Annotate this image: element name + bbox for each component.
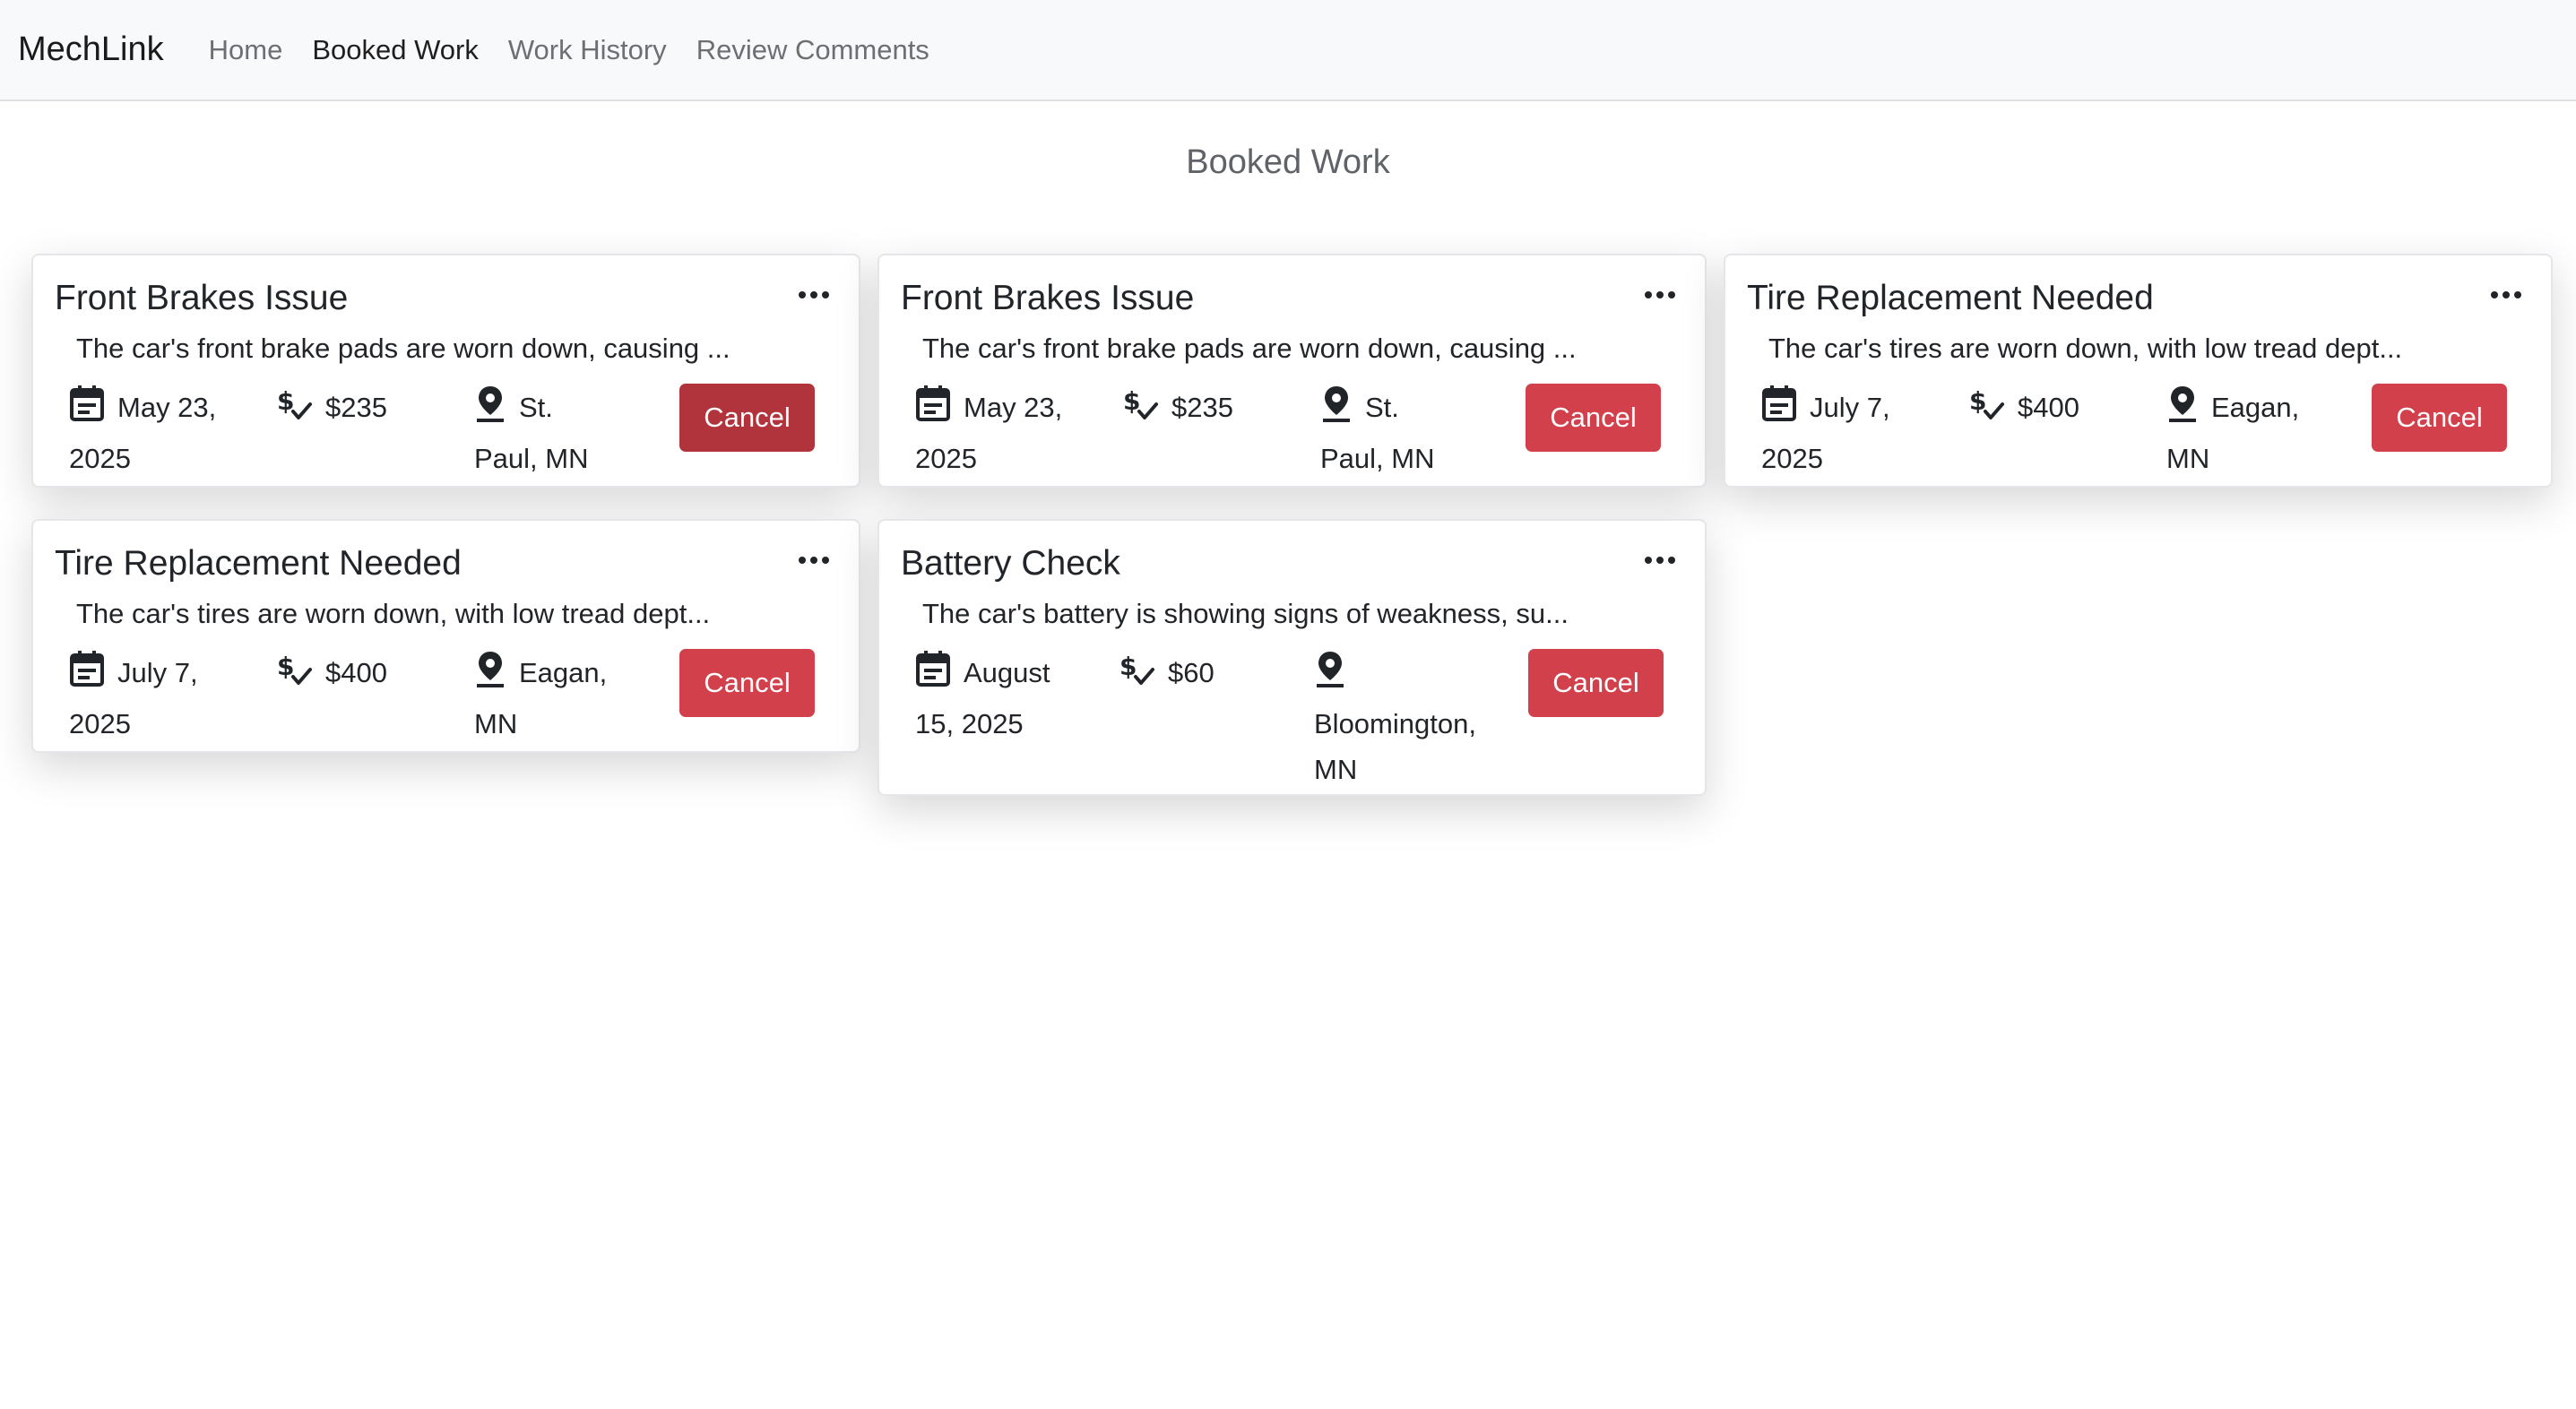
map-pin-icon [474, 650, 506, 701]
card-price: $ $400 [277, 650, 387, 701]
nav-links: Home Booked Work Work History Review Com… [209, 34, 959, 66]
dollar-check-icon: $ [1119, 650, 1155, 701]
card-description: The car's tires are worn down, with low … [76, 598, 711, 629]
card-date: July 7, 2025 [69, 650, 257, 747]
booking-card: Front Brakes Issue The car's front brake… [31, 254, 860, 488]
card-location: St. Paul, MN [1320, 385, 1473, 481]
calendar-icon [915, 650, 951, 701]
card-description: The car's front brake pads are worn down… [922, 333, 1577, 364]
dollar-check-icon: $ [277, 385, 313, 436]
card-price: $ $60 [1119, 650, 1215, 701]
map-pin-icon [1314, 650, 1346, 701]
cancel-button[interactable]: Cancel [679, 649, 815, 717]
dollar-check-icon: $ [277, 650, 313, 701]
nav-work-history[interactable]: Work History [508, 34, 667, 66]
cancel-button[interactable]: Cancel [679, 384, 815, 452]
map-pin-icon [2166, 385, 2199, 436]
more-options-icon[interactable] [2488, 277, 2524, 313]
card-title: Tire Replacement Needed [55, 544, 462, 583]
cancel-button[interactable]: Cancel [2372, 384, 2507, 452]
card-title: Front Brakes Issue [55, 279, 349, 317]
card-date: May 23, 2025 [915, 385, 1103, 481]
calendar-icon [1761, 385, 1797, 436]
nav-review-comments[interactable]: Review Comments [696, 34, 929, 66]
card-title: Battery Check [901, 544, 1120, 583]
booking-card: Tire Replacement Needed The car's tires … [1724, 254, 2553, 488]
card-description: The car's tires are worn down, with low … [1768, 333, 2403, 364]
map-pin-icon [474, 385, 506, 436]
card-description: The car's front brake pads are worn down… [76, 333, 730, 364]
more-options-icon[interactable] [796, 542, 832, 578]
brand-logo[interactable]: MechLink [18, 30, 164, 69]
booking-card: Battery Check The car's battery is showi… [877, 519, 1707, 796]
card-price: $ $400 [1969, 385, 2079, 436]
page-title: Booked Work [1186, 143, 1390, 181]
booking-card: Front Brakes Issue The car's front brake… [877, 254, 1707, 488]
card-title: Tire Replacement Needed [1747, 279, 2154, 317]
cancel-button[interactable]: Cancel [1526, 384, 1661, 452]
booking-card: Tire Replacement Needed The car's tires … [31, 519, 860, 753]
card-price: $ $235 [277, 385, 387, 436]
dollar-check-icon: $ [1969, 385, 2005, 436]
more-options-icon[interactable] [1642, 277, 1678, 313]
dollar-check-icon: $ [1123, 385, 1159, 436]
map-pin-icon [1320, 385, 1353, 436]
card-location: Eagan, MN [474, 650, 627, 747]
cancel-button[interactable]: Cancel [1528, 649, 1664, 717]
card-date: August 15, 2025 [915, 650, 1103, 747]
card-price: $ $235 [1123, 385, 1233, 436]
card-location: Bloomington, MN [1314, 650, 1529, 792]
calendar-icon [915, 385, 951, 436]
nav-booked-work[interactable]: Booked Work [312, 34, 479, 66]
navbar: MechLink Home Booked Work Work History R… [0, 0, 2576, 101]
card-date: May 23, 2025 [69, 385, 257, 481]
nav-home[interactable]: Home [209, 34, 283, 66]
card-title: Front Brakes Issue [901, 279, 1195, 317]
card-location: St. Paul, MN [474, 385, 627, 481]
card-description: The car's battery is showing signs of we… [922, 598, 1569, 629]
calendar-icon [69, 385, 105, 436]
more-options-icon[interactable] [796, 277, 832, 313]
card-location: Eagan, MN [2166, 385, 2319, 481]
more-options-icon[interactable] [1642, 542, 1678, 578]
card-date: July 7, 2025 [1761, 385, 1949, 481]
calendar-icon [69, 650, 105, 701]
